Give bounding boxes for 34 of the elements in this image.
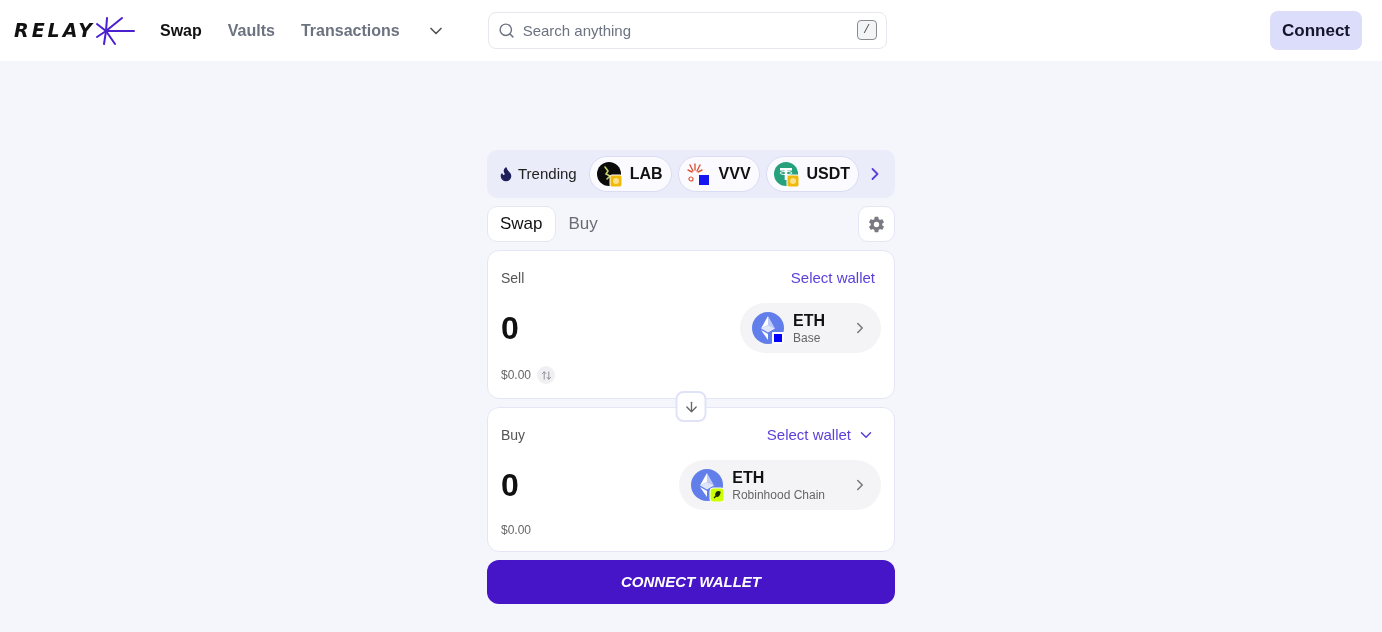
trending-label: Trending (518, 163, 577, 184)
swap-tab[interactable]: Buy (555, 206, 611, 242)
usd-value: $0.00 (501, 522, 532, 539)
starburst-icon (95, 15, 135, 46)
token-chip[interactable]: USDT (765, 156, 860, 192)
flip-direction-button[interactable] (675, 391, 707, 422)
token-chip[interactable]: LAB (588, 156, 672, 192)
flame-icon (498, 166, 514, 182)
select-wallet-link[interactable]: Select wallet (766, 423, 851, 447)
logo-text[interactable]: RELAY (14, 16, 95, 45)
panel-label: Buy (501, 425, 526, 445)
nav-link[interactable]: Vaults (227, 18, 275, 43)
nav-link[interactable]: Transactions (300, 18, 400, 43)
ether-coin-icon (691, 468, 725, 502)
settings-icon (868, 215, 885, 233)
swap-tab[interactable]: Swap (487, 206, 556, 242)
token-chip[interactable]: VVV (677, 156, 760, 192)
usd-value: $0.00 (501, 367, 532, 384)
nav-link[interactable]: Swap (160, 18, 202, 43)
amount-field[interactable]: 0 (501, 469, 519, 501)
ether-coin-icon (752, 311, 785, 345)
amount-field[interactable]: 0 (501, 312, 519, 344)
coin-icon (685, 161, 711, 187)
panel-label: Sell (501, 268, 525, 288)
select-wallet-link[interactable]: Select wallet (790, 266, 875, 290)
connect-button[interactable]: Connect (1270, 11, 1362, 50)
coin-icon (596, 161, 622, 187)
search-icon (497, 22, 515, 39)
coin-icon (773, 161, 799, 187)
token-selector[interactable]: ETH Base (740, 303, 881, 353)
shortcut-key: / (856, 20, 877, 40)
token-selector[interactable]: ETH Robinhood Chain (679, 460, 881, 510)
connect-wallet-button[interactable]: CONNECT WALLET (487, 560, 895, 604)
settings-button[interactable] (858, 206, 895, 242)
